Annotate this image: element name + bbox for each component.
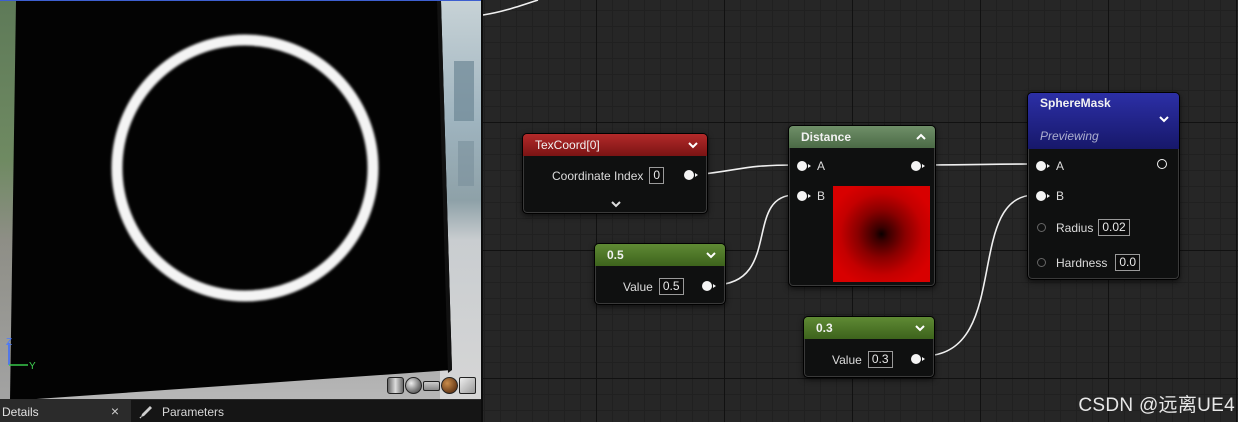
spheremask-hardness-pin[interactable] [1037, 258, 1046, 267]
spheremask-hardness-label: Hardness [1056, 255, 1108, 270]
textured-sphere-preview-icon[interactable] [441, 377, 458, 394]
constant-node-0-3[interactable]: 0.3 Value 0.3 [803, 316, 935, 378]
distance-pin-b-label: B [817, 189, 826, 203]
constant-0-3-value-label: Value [832, 352, 862, 367]
panel-tab-bar: Details × Parameters [0, 399, 481, 422]
chevron-up-icon[interactable] [915, 131, 927, 143]
spheremask-pin-a-label: A [1056, 159, 1065, 173]
tab-parameters-label: Parameters [162, 404, 225, 419]
constant-node-0-5[interactable]: 0.5 Value 0.5 [594, 243, 726, 305]
spheremask-node[interactable]: SphereMask Previewing A B Radius 0.02 Ha… [1027, 92, 1180, 280]
coordinate-index-label: Coordinate Index [552, 168, 644, 183]
distance-output-pin[interactable] [911, 161, 925, 171]
spheremask-previewing-label: Previewing [1040, 129, 1099, 143]
distance-preview-thumbnail [833, 186, 930, 282]
axis-y-label: Y [29, 361, 36, 372]
constant-node-0-5-title: 0.5 [607, 248, 624, 262]
spheremask-pin-b-row: B [1036, 189, 1064, 203]
sphere-preview-icon[interactable] [405, 377, 422, 394]
constant-0-5-value-row: Value 0.5 [623, 278, 684, 295]
constant-0-5-value-label: Value [623, 279, 653, 294]
cylinder-preview-icon[interactable] [387, 377, 404, 394]
distance-pin-b-row: B [797, 189, 825, 203]
wire-const03-to-spheremask-b [922, 194, 1036, 357]
spheremask-hardness-field[interactable]: 0.0 [1115, 254, 1141, 271]
material-graph-canvas[interactable]: TexCoord[0] Coordinate Index 0 Distance … [481, 0, 1238, 422]
tab-details[interactable]: Details × [0, 400, 131, 422]
material-preview-viewport[interactable]: Z Y [0, 0, 481, 399]
spheremask-node-header[interactable]: SphereMask Previewing [1028, 93, 1179, 149]
tab-parameters[interactable]: Parameters [131, 400, 224, 422]
chevron-down-icon[interactable] [1158, 113, 1170, 125]
chevron-down-icon[interactable] [705, 249, 717, 261]
spheremask-input-b-pin[interactable] [1036, 191, 1050, 201]
spheremask-radius-field[interactable]: 0.02 [1098, 219, 1130, 236]
constant-0-3-output-pin[interactable] [911, 354, 925, 364]
texcoord-node[interactable]: TexCoord[0] Coordinate Index 0 [522, 133, 708, 214]
wire-offscreen [483, 0, 539, 16]
tab-details-label: Details [2, 404, 39, 419]
close-icon[interactable]: × [111, 403, 119, 419]
pencil-icon [139, 405, 152, 419]
constant-0-5-value-field[interactable]: 0.5 [658, 278, 684, 295]
chevron-down-icon[interactable] [610, 198, 622, 210]
spheremask-pin-b-label: B [1056, 189, 1065, 203]
constant-0-3-value-row: Value 0.3 [832, 351, 893, 368]
distance-node[interactable]: Distance A B [788, 125, 936, 287]
spheremask-pin-a-row: A [1036, 159, 1064, 173]
chevron-down-icon[interactable] [687, 139, 699, 151]
watermark: CSDN @远离UE4 [1078, 395, 1235, 416]
spheremask-output-pin[interactable] [1157, 159, 1167, 169]
coordinate-index-row: Coordinate Index 0 [552, 167, 665, 184]
spheremask-hardness-row: Hardness 0.0 [1037, 254, 1141, 271]
axis-gizmo: Z Y [6, 337, 36, 372]
preview-shape-toolbar [387, 377, 476, 395]
coordinate-index-field[interactable]: 0 [649, 167, 665, 184]
spheremask-radius-pin[interactable] [1037, 223, 1046, 232]
distance-input-b-pin[interactable] [797, 191, 811, 201]
spheremask-input-a-pin[interactable] [1036, 161, 1050, 171]
preview-plane [10, 1, 452, 399]
wire-distance-to-spheremask-a [924, 163, 1036, 166]
constant-node-0-3-title: 0.3 [816, 321, 833, 335]
spheremask-radius-label: Radius [1056, 220, 1094, 235]
distance-pin-a-row: A [797, 159, 825, 173]
distance-node-header[interactable]: Distance [789, 126, 935, 148]
wire-texcoord-to-distance-a [694, 164, 796, 176]
plane-preview-icon[interactable] [423, 381, 440, 391]
chevron-down-icon[interactable] [914, 322, 926, 334]
constant-node-0-5-header[interactable]: 0.5 [595, 244, 725, 266]
axis-z-label: Z [6, 337, 12, 348]
constant-node-0-3-header[interactable]: 0.3 [804, 317, 934, 339]
spheremask-node-title: SphereMask [1040, 96, 1111, 110]
spheremask-radius-row: Radius 0.02 [1037, 219, 1130, 236]
texcoord-node-title: TexCoord[0] [535, 138, 600, 152]
texcoord-node-header[interactable]: TexCoord[0] [523, 134, 707, 156]
constant-0-3-value-field[interactable]: 0.3 [867, 351, 893, 368]
constant-0-5-output-pin[interactable] [702, 281, 716, 291]
distance-input-a-pin[interactable] [797, 161, 811, 171]
cube-preview-icon[interactable] [459, 377, 476, 394]
texcoord-output-pin[interactable] [684, 170, 698, 180]
distance-pin-a-label: A [817, 159, 826, 173]
distance-node-title: Distance [801, 130, 852, 144]
